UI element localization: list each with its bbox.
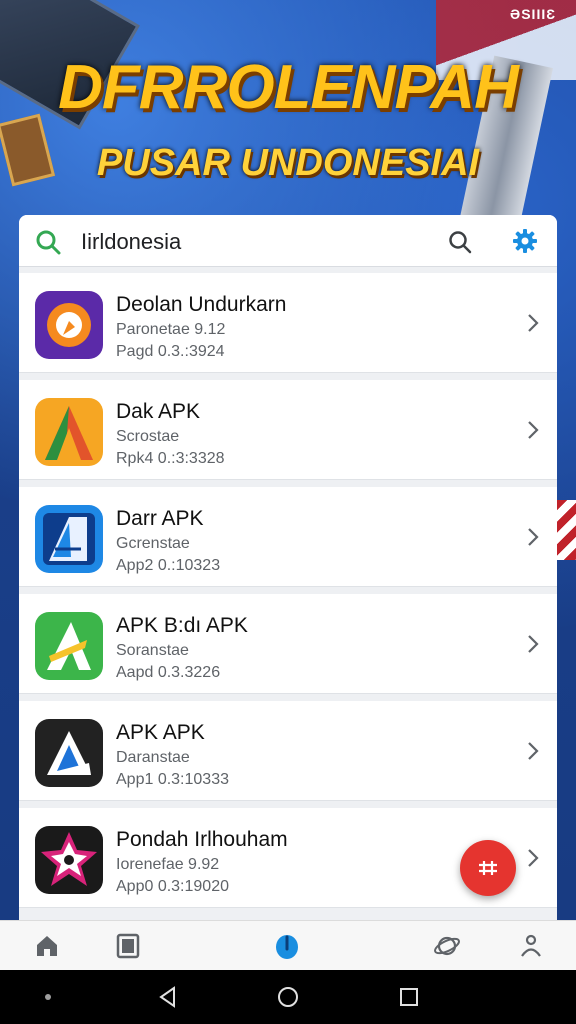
app-version: Pagd 0.3.:3924	[116, 343, 225, 360]
app-title: Darr APK	[116, 507, 204, 530]
home-icon[interactable]	[32, 931, 62, 961]
app-version: App1 0.3:10333	[116, 771, 229, 788]
app-version: App0 0.3:19020	[116, 878, 229, 895]
app-title: Deolan Undurkarn	[116, 293, 287, 316]
chevron-right-icon[interactable]	[525, 418, 541, 442]
decorative-stripe-flag	[556, 500, 576, 560]
home-circle-icon[interactable]	[276, 985, 300, 1009]
back-icon[interactable]	[156, 985, 180, 1009]
app-title: Dak APK	[116, 400, 201, 423]
search-icon[interactable]	[35, 229, 61, 255]
search-submit-icon[interactable]	[447, 229, 473, 255]
chevron-right-icon[interactable]	[525, 739, 541, 763]
app-list-item[interactable]: APK APK Daranstae App1 0.3:10333	[19, 701, 557, 801]
book-icon[interactable]	[113, 931, 143, 961]
app-list-panel: Iirldonesia Deolan Undurkarn Paronetae 9…	[19, 215, 557, 925]
grid-add-icon	[479, 861, 497, 875]
search-bar[interactable]: Iirldonesia	[19, 215, 557, 267]
recents-icon[interactable]	[397, 985, 421, 1009]
app-subtitle: Paronetae 9.12	[116, 321, 226, 338]
app-subtitle: Soranstae	[116, 642, 189, 659]
app-icon-letter-a-gradient	[35, 398, 103, 466]
chevron-right-icon[interactable]	[525, 525, 541, 549]
app-version: Rpk4 0.:3:3328	[116, 450, 225, 467]
app-list-item[interactable]: Deolan Undurkarn Paronetae 9.12 Pagd 0.3…	[19, 273, 557, 373]
app-icon-star-burst	[35, 826, 103, 894]
gear-icon[interactable]	[511, 227, 539, 255]
bottom-navigation	[0, 920, 576, 970]
chevron-right-icon[interactable]	[525, 846, 541, 870]
app-list-item[interactable]: Darr APK Gcrenstae App2 0.:10323	[19, 487, 557, 587]
fab-button[interactable]	[460, 840, 516, 896]
app-icon-dark-a	[35, 719, 103, 787]
person-icon[interactable]	[516, 931, 546, 961]
compass-icon[interactable]	[272, 931, 302, 961]
system-navigation-bar	[0, 970, 576, 1024]
app-title: Pondah Irlhouham	[116, 828, 288, 851]
banner-subheadline: PUSAR UNDONESIAI	[96, 142, 480, 184]
banner-headline: DFRROLENPAH	[58, 53, 519, 122]
app-icon-orange-chat	[35, 291, 103, 359]
banner-badge: ƏSIIIƐ	[510, 6, 556, 22]
dot-icon	[45, 994, 51, 1000]
planet-icon[interactable]	[432, 931, 462, 961]
app-title: APK B:dı APK	[116, 614, 248, 637]
chevron-right-icon[interactable]	[525, 311, 541, 335]
app-version: Aapd 0.3.3226	[116, 664, 221, 681]
app-subtitle: Scrostae	[116, 428, 180, 445]
app-icon-green-a	[35, 612, 103, 680]
app-list-item[interactable]: APK B:dı APK Soranstae Aapd 0.3.3226	[19, 594, 557, 694]
chevron-right-icon[interactable]	[525, 632, 541, 656]
app-subtitle: Gcrenstae	[116, 535, 190, 552]
app-list-item[interactable]: Dak APK Scrostae Rpk4 0.:3:3328	[19, 380, 557, 480]
search-input[interactable]: Iirldonesia	[81, 229, 181, 255]
app-version: App2 0.:10323	[116, 557, 221, 574]
app-subtitle: Iorenefae 9.92	[116, 856, 220, 873]
app-icon-blue-book	[35, 505, 103, 573]
app-title: APK APK	[116, 721, 205, 744]
app-subtitle: Daranstae	[116, 749, 190, 766]
